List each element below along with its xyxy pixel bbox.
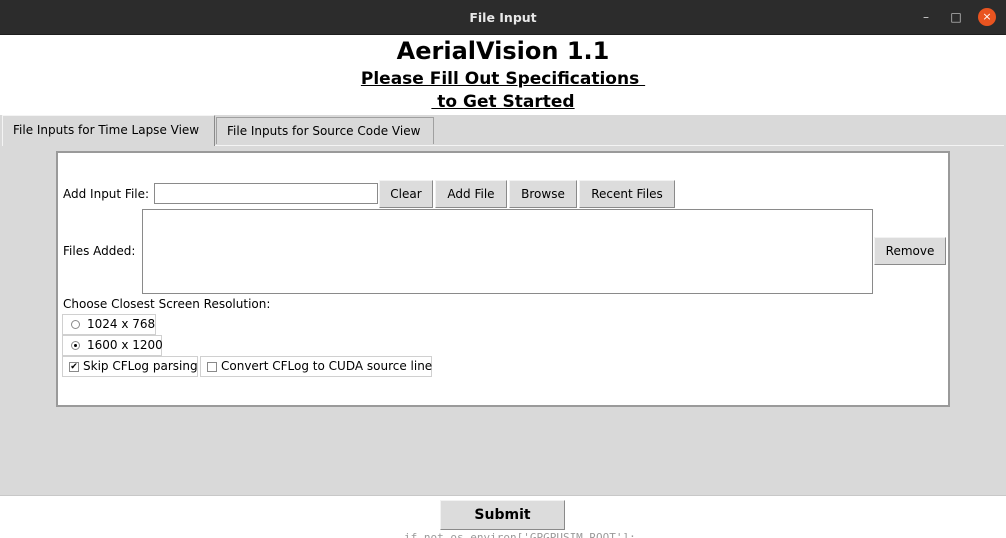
resolution-1600-label: 1600 x 1200 bbox=[87, 338, 163, 352]
files-added-list[interactable] bbox=[142, 209, 873, 294]
resolution-label: Choose Closest Screen Resolution: bbox=[63, 297, 271, 311]
clear-button[interactable]: Clear bbox=[379, 180, 433, 208]
window-titlebar[interactable]: File Input – □ × bbox=[0, 0, 1006, 35]
check-icon: ✔ bbox=[69, 362, 79, 372]
close-icon[interactable]: × bbox=[978, 8, 996, 26]
resolution-1024-radio[interactable]: 1024 x 768 bbox=[62, 314, 156, 335]
window-title: File Input bbox=[469, 10, 537, 25]
convert-cflog-label: Convert CFLog to CUDA source line bbox=[221, 359, 433, 373]
file-input-window: AerialVision 1.1 Please Fill Out Specifi… bbox=[0, 35, 1006, 538]
submit-button[interactable]: Submit bbox=[440, 500, 565, 530]
tab-notebook: Add Input File: Clear Add File Browse Re… bbox=[0, 115, 1006, 495]
files-added-label: Files Added: bbox=[63, 244, 136, 258]
radio-indicator bbox=[71, 320, 80, 329]
skip-cflog-label: Skip CFLog parsing bbox=[83, 359, 198, 373]
remove-button[interactable]: Remove bbox=[874, 237, 946, 265]
maximize-icon[interactable]: □ bbox=[948, 9, 964, 25]
tab-time-lapse-view[interactable]: File Inputs for Time Lapse View bbox=[2, 115, 215, 146]
convert-cflog-checkbox[interactable]: Convert CFLog to CUDA source line bbox=[200, 356, 432, 377]
tab-page-time-lapse: Add Input File: Clear Add File Browse Re… bbox=[2, 145, 1004, 495]
subtitle-line-1: Please Fill Out Specifications bbox=[360, 69, 646, 89]
tab-source-code-view[interactable]: File Inputs for Source Code View bbox=[216, 117, 434, 144]
minimize-icon[interactable]: – bbox=[918, 9, 934, 25]
background-terminal-text: if not os.environ['GPGPUSIM_ROOT']: bbox=[404, 531, 636, 538]
app-title: AerialVision 1.1 bbox=[396, 37, 610, 65]
add-file-button[interactable]: Add File bbox=[435, 180, 507, 208]
browse-button[interactable]: Browse bbox=[509, 180, 577, 208]
add-input-file-field[interactable] bbox=[154, 183, 378, 204]
resolution-1024-label: 1024 x 768 bbox=[87, 317, 156, 331]
recent-files-button[interactable]: Recent Files bbox=[579, 180, 675, 208]
resolution-1600-radio[interactable]: 1600 x 1200 bbox=[62, 335, 163, 356]
skip-cflog-checkbox[interactable]: ✔ Skip CFLog parsing bbox=[62, 356, 198, 377]
input-panel: Add Input File: Clear Add File Browse Re… bbox=[56, 151, 950, 407]
checkbox-indicator bbox=[207, 362, 217, 372]
subtitle-line-2: to Get Started bbox=[431, 92, 575, 112]
radio-indicator-selected bbox=[71, 341, 80, 350]
add-input-file-label: Add Input File: bbox=[63, 187, 150, 201]
